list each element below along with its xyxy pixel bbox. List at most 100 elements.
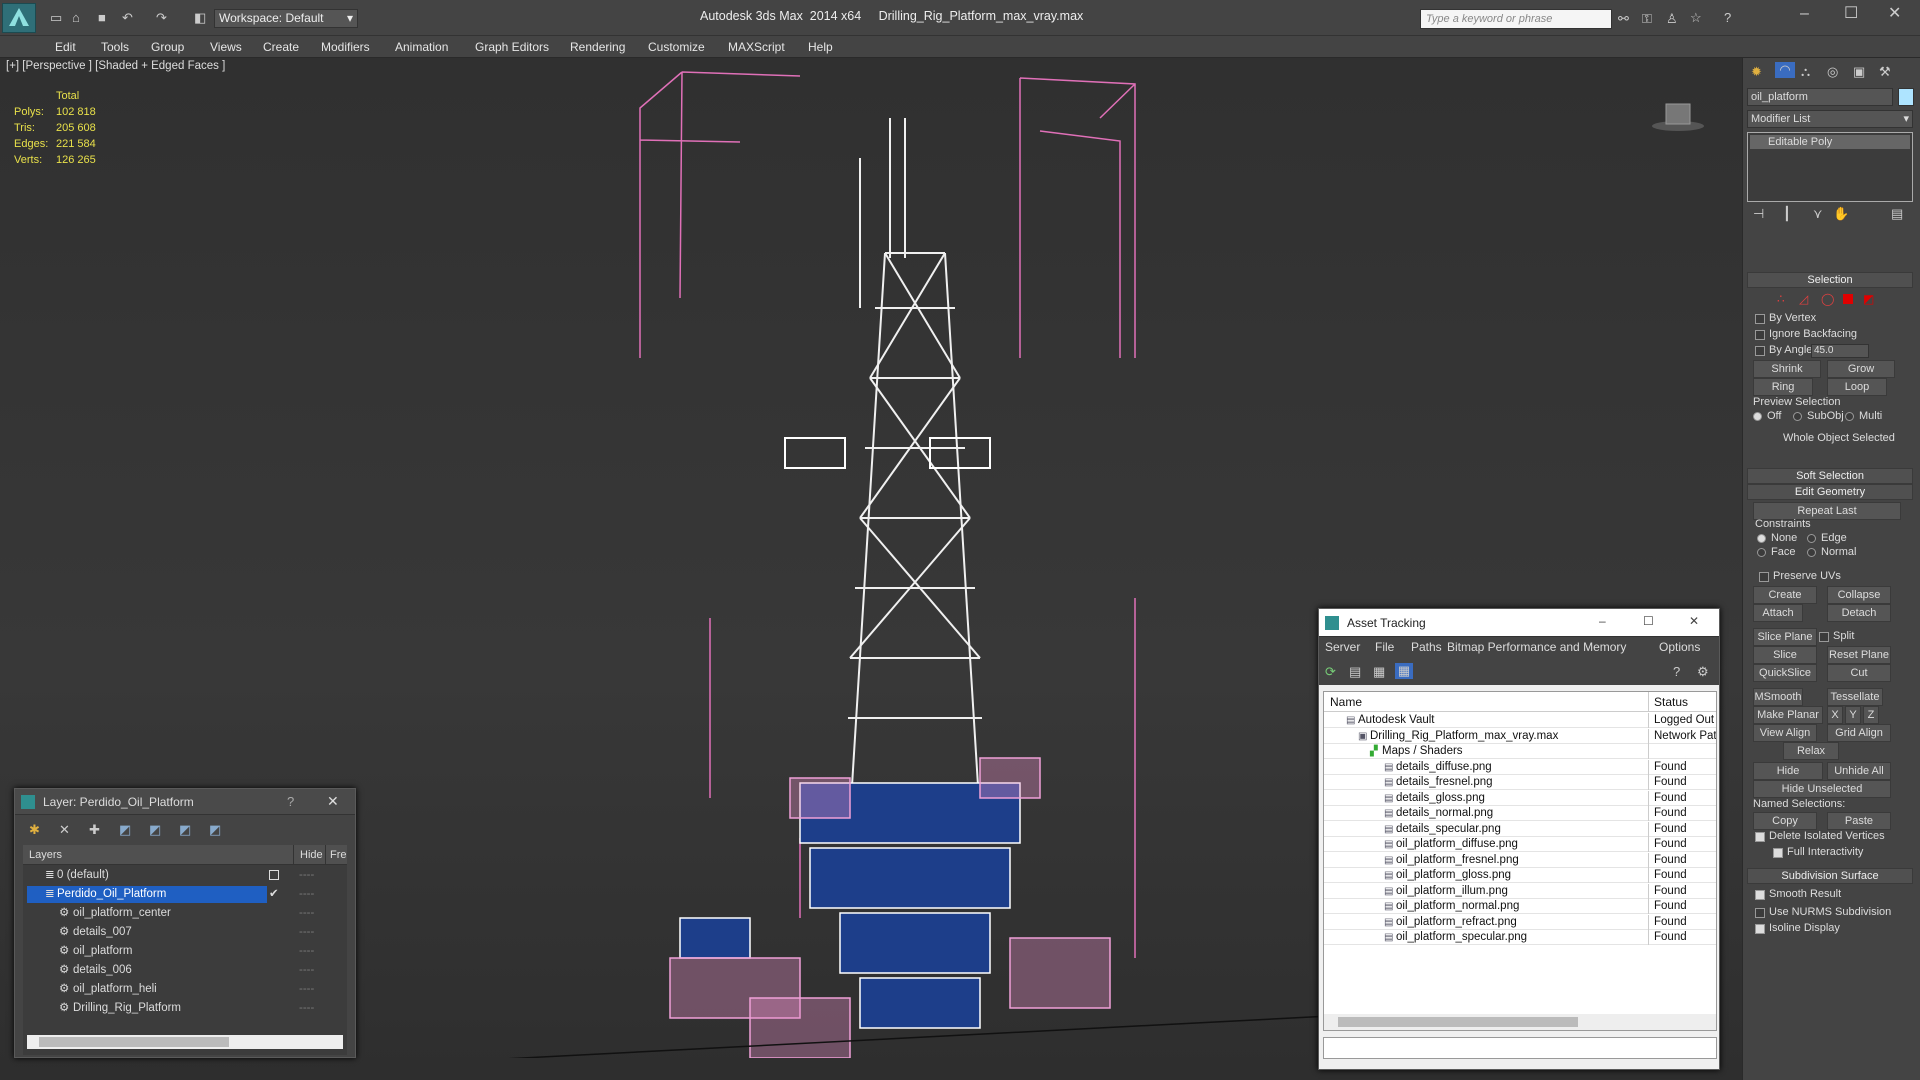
workspace-select[interactable]: Workspace: Default ▾ (214, 9, 358, 28)
menu-modifiers[interactable]: Modifiers (321, 40, 370, 54)
constraint-edge-radio[interactable] (1807, 534, 1816, 543)
freeze-all-icon[interactable]: ◩ (209, 822, 221, 838)
isoline-display-checkbox[interactable] (1755, 924, 1765, 934)
hide-toggle[interactable]: ---- (299, 961, 314, 980)
modify-tab-icon[interactable]: ◠ (1775, 62, 1795, 78)
binoculars-icon[interactable]: ⚯ (1618, 11, 1629, 27)
layer-row[interactable]: ≣ 0 (default) ---- (23, 866, 347, 885)
slice-plane-button[interactable]: Slice Plane (1753, 628, 1817, 646)
create-button[interactable]: Create (1753, 586, 1817, 604)
copy-button[interactable]: Copy (1753, 812, 1817, 830)
utilities-tab-icon[interactable]: ⚒ (1879, 64, 1891, 80)
z-button[interactable]: Z (1863, 706, 1879, 724)
table-view-icon[interactable]: ▦ (1395, 663, 1413, 679)
hide-toggle[interactable]: ---- (299, 980, 314, 999)
add-to-layer-icon[interactable]: ✚ (89, 822, 100, 838)
menu-help[interactable]: Help (808, 40, 833, 54)
delete-layer-icon[interactable]: ✕ (59, 822, 70, 838)
asset-row[interactable]: ▤ oil_platform_gloss.png Found (1324, 868, 1716, 883)
project-folder-icon[interactable]: ◧ (194, 10, 206, 26)
cut-button[interactable]: Cut (1827, 664, 1891, 682)
menu-server[interactable]: Server (1325, 637, 1360, 657)
show-end-result-icon[interactable]: ┃ (1783, 206, 1791, 222)
collapse-button[interactable]: Collapse (1827, 586, 1891, 604)
use-nurms-checkbox[interactable] (1755, 908, 1765, 918)
stack-item[interactable]: Editable Poly (1750, 135, 1910, 149)
reset-plane-button[interactable]: Reset Plane (1827, 646, 1891, 664)
asset-tracking-titlebar[interactable]: Asset Tracking – ☐ ✕ (1319, 609, 1719, 637)
maximize-icon[interactable]: ☐ (1844, 6, 1858, 22)
menu-group[interactable]: Group (151, 40, 184, 54)
remove-modifier-icon[interactable]: ✋ (1833, 206, 1849, 222)
border-mode-icon[interactable]: ◯ (1821, 292, 1834, 306)
hide-unselected-button[interactable]: Hide Unselected (1753, 780, 1891, 798)
ring-button[interactable]: Ring (1753, 378, 1813, 396)
asset-row[interactable]: ▣ Drilling_Rig_Platform_max_vray.max Netwo… (1324, 728, 1716, 744)
new-file-icon[interactable]: ▭ (50, 10, 62, 26)
current-layer-icon[interactable] (269, 870, 279, 880)
menu-bitmap-performance[interactable]: Bitmap Performance and Memory (1447, 637, 1626, 657)
asset-row[interactable]: ▤ Autodesk Vault Logged Out (1324, 713, 1716, 728)
by-angle-checkbox[interactable] (1755, 346, 1765, 356)
preview-multi-radio[interactable] (1845, 412, 1854, 421)
view-align-button[interactable]: View Align (1753, 724, 1817, 742)
layer-row[interactable]: ⚙ oil_platform_heli ---- (23, 980, 347, 999)
layer-row[interactable]: ⚙ oil_platform ---- (23, 942, 347, 961)
asset-row[interactable]: ▤ oil_platform_diffuse.png Found (1324, 837, 1716, 852)
menu-edit[interactable]: Edit (55, 40, 76, 54)
asset-row[interactable]: ▤ details_gloss.png Found (1324, 790, 1716, 806)
search-input[interactable]: Type a keyword or phrase (1420, 9, 1612, 29)
people-icon[interactable]: ♙ (1666, 11, 1678, 27)
layer-row[interactable]: ⚙ oil_platform_center ---- (23, 904, 347, 923)
full-interactivity-checkbox[interactable] (1773, 848, 1783, 858)
col-freeze[interactable]: Fre (325, 845, 347, 865)
configure-sets-icon[interactable]: ▤ (1891, 206, 1903, 222)
by-vertex-checkbox[interactable] (1755, 314, 1765, 324)
viewcube-icon[interactable] (1650, 96, 1706, 134)
make-unique-icon[interactable]: ⋎ (1813, 206, 1823, 222)
select-objects-icon[interactable]: ◩ (119, 822, 131, 838)
asset-path-field[interactable] (1323, 1037, 1717, 1059)
maximize-icon[interactable]: ☐ (1643, 614, 1654, 628)
highlight-layer-icon[interactable]: ◩ (149, 822, 161, 838)
col-name[interactable]: Name (1330, 692, 1362, 712)
modifier-list-select[interactable]: Modifier List ▾ (1747, 110, 1913, 128)
layer-row[interactable]: ⚙ Drilling_Rig_Platform ---- (23, 999, 347, 1018)
help-icon[interactable]: ? (1673, 664, 1680, 680)
star-icon[interactable]: ☆ (1690, 10, 1702, 26)
detach-button[interactable]: Detach (1827, 604, 1891, 622)
hide-toggle[interactable]: ---- (299, 885, 314, 904)
col-layers[interactable]: Layers (29, 845, 62, 865)
menu-options[interactable]: Options (1659, 637, 1700, 657)
x-button[interactable]: X (1827, 706, 1843, 724)
asset-row[interactable]: ▤ oil_platform_fresnel.png Found (1324, 852, 1716, 868)
horizontal-scrollbar[interactable] (27, 1035, 343, 1049)
constraint-face-radio[interactable] (1757, 548, 1766, 557)
close-icon[interactable]: ✕ (1888, 6, 1901, 22)
preserve-uvs-checkbox[interactable] (1759, 572, 1769, 582)
constraint-normal-radio[interactable] (1807, 548, 1816, 557)
y-button[interactable]: Y (1845, 706, 1861, 724)
create-tab-icon[interactable]: ✹ (1751, 64, 1762, 80)
scroll-thumb[interactable] (1338, 1017, 1578, 1027)
menu-create[interactable]: Create (263, 40, 299, 54)
col-hide[interactable]: Hide (293, 845, 323, 865)
shrink-button[interactable]: Shrink (1753, 360, 1821, 378)
undo-icon[interactable]: ↶ (122, 10, 133, 26)
smooth-result-checkbox[interactable] (1755, 890, 1765, 900)
hide-all-icon[interactable]: ◩ (179, 822, 191, 838)
layer-dialog-titlebar[interactable]: Layer: Perdido_Oil_Platform ? ✕ (15, 789, 355, 815)
close-icon[interactable]: ✕ (1689, 614, 1699, 628)
hierarchy-tab-icon[interactable]: ⛬ (1801, 64, 1810, 80)
asset-row[interactable]: ▤ details_fresnel.png Found (1324, 775, 1716, 790)
close-icon[interactable]: ✕ (327, 793, 339, 810)
object-color-swatch[interactable] (1898, 88, 1914, 106)
layer-row[interactable]: ⚙ details_007 ---- (23, 923, 347, 942)
preview-subobj-radio[interactable] (1793, 412, 1802, 421)
angle-spinner[interactable]: 45.0 (1811, 344, 1869, 358)
menu-tools[interactable]: Tools (101, 40, 129, 54)
edge-mode-icon[interactable]: ◿ (1799, 292, 1808, 306)
menu-views[interactable]: Views (210, 40, 242, 54)
menu-animation[interactable]: Animation (395, 40, 448, 54)
asset-row[interactable]: ▤ oil_platform_specular.png Found (1324, 930, 1716, 945)
